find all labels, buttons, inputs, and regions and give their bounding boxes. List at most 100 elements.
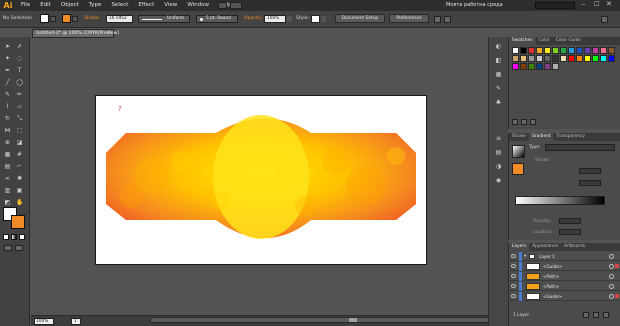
layer-target-icon[interactable] [609, 254, 614, 259]
document-setup-button[interactable]: Document Setup [335, 14, 385, 23]
stroke-swatch[interactable] [11, 215, 25, 229]
opacity-field[interactable]: 100% [264, 15, 286, 23]
layer-row[interactable]: <Guide> [509, 292, 620, 301]
color-swatch[interactable] [576, 55, 583, 62]
perspective-grid-tool-icon[interactable]: ▦ [4, 151, 11, 158]
color-swatch[interactable] [536, 63, 543, 70]
layer-row[interactable]: <Path> [509, 282, 620, 291]
scroll-thumb[interactable] [349, 318, 357, 322]
tab-color-guide[interactable]: Color Guide [553, 37, 584, 45]
direct-selection-tool-icon[interactable]: ⇗ [16, 43, 23, 50]
gradient-angle-field[interactable] [579, 168, 601, 174]
layer-row[interactable]: ▾ Layer 1 [509, 252, 620, 261]
search-field[interactable] [535, 2, 575, 9]
color-panel-icon[interactable]: ◐ [495, 43, 502, 50]
color-swatch[interactable] [568, 47, 575, 54]
selection-indicator[interactable] [615, 294, 619, 298]
magic-wand-tool-icon[interactable]: ✦ [4, 55, 11, 62]
selection-indicator[interactable] [615, 264, 619, 268]
none-mode-icon[interactable] [19, 234, 25, 240]
free-transform-tool-icon[interactable]: ⬚ [16, 127, 23, 134]
color-swatch[interactable] [544, 63, 551, 70]
eyedropper-tool-icon[interactable]: ⌐ [16, 163, 23, 170]
menu-select[interactable]: Select [106, 0, 133, 11]
color-swatch[interactable] [544, 47, 551, 54]
tab-gradient[interactable]: Gradient [528, 133, 554, 141]
layer-name[interactable]: Layer 1 [539, 254, 555, 259]
color-swatch[interactable] [520, 47, 527, 54]
color-swatch[interactable] [528, 55, 535, 62]
layer-row[interactable]: <Path> [509, 272, 620, 281]
hand-tool-icon[interactable]: ✋ [16, 199, 23, 206]
live-paint-tool-icon[interactable]: ◪ [16, 139, 23, 146]
document-tab[interactable]: Untitled-2* @ 100% (CMYK/Preview) [32, 29, 119, 38]
color-swatch[interactable] [520, 63, 527, 70]
ellipse-tool-icon[interactable]: ◯ [16, 79, 23, 86]
color-swatch[interactable] [608, 55, 615, 62]
color-swatch[interactable] [576, 47, 583, 54]
visibility-eye-icon[interactable] [511, 254, 516, 258]
minimize-icon[interactable]: – [582, 0, 586, 8]
color-swatch[interactable] [528, 47, 535, 54]
visibility-eye-icon[interactable] [511, 274, 516, 278]
menu-window[interactable]: Window [182, 0, 214, 11]
color-swatch[interactable] [560, 47, 567, 54]
symbols-icon[interactable]: ♣ [495, 99, 502, 106]
color-mode-icon[interactable] [3, 234, 9, 240]
pen-tool-icon[interactable]: ✒ [4, 67, 11, 74]
blob-brush-tool-icon[interactable]: ⌇ [4, 103, 11, 110]
bridge-button[interactable] [218, 2, 227, 9]
new-sublayer-icon[interactable] [583, 312, 589, 318]
gradient-aspect-field[interactable] [579, 180, 601, 186]
lasso-tool-icon[interactable]: ◌ [16, 55, 23, 62]
color-swatch[interactable] [592, 55, 599, 62]
layer-target-icon[interactable] [609, 264, 614, 269]
color-swatch[interactable] [584, 55, 591, 62]
layer-target-icon[interactable] [609, 274, 614, 279]
stroke-color-swatch[interactable] [62, 14, 71, 23]
fill-color-swatch[interactable] [40, 14, 49, 23]
brushes-icon[interactable]: ✎ [495, 85, 502, 92]
fill-dropdown[interactable] [50, 16, 56, 22]
stroke-panel-icon[interactable]: ≡ [495, 135, 502, 142]
graphic-style-swatch[interactable] [311, 15, 320, 23]
gradient-fill-stroke-swatch[interactable] [512, 163, 524, 175]
color-swatch[interactable] [584, 47, 591, 54]
blend-tool-icon[interactable]: ∞ [4, 175, 11, 182]
rotate-tool-icon[interactable]: ↻ [4, 115, 11, 122]
swatches-icon[interactable]: ▦ [495, 71, 502, 78]
workspace-switcher[interactable]: Моята работна среда [446, 2, 503, 8]
stroke-dropdown[interactable] [72, 16, 78, 22]
selection-tool-icon[interactable]: ➤ [4, 43, 11, 50]
opacity-label[interactable]: Opacity: [244, 16, 263, 21]
screen-mode-icon[interactable] [15, 245, 23, 251]
color-swatch[interactable] [592, 47, 599, 54]
preferences-button[interactable]: Preferences [389, 14, 429, 23]
tab-swatches[interactable]: Swatches [509, 37, 536, 45]
tab-layers[interactable]: Layers [509, 243, 530, 251]
tab-color[interactable]: Color [536, 37, 553, 45]
new-swatch-icon[interactable] [521, 119, 527, 125]
stroke-label[interactable]: Stroke: [84, 16, 100, 21]
gradient-tool-icon[interactable]: ▤ [4, 163, 11, 170]
color-swatch[interactable] [544, 55, 551, 62]
color-swatch[interactable] [600, 47, 607, 54]
menu-view[interactable]: View [159, 0, 182, 11]
gradient-location-field[interactable] [559, 229, 581, 235]
layer-target-icon[interactable] [609, 294, 614, 299]
slice-tool-icon[interactable]: ◩ [4, 199, 11, 206]
artboard-number-field[interactable]: 1 [71, 318, 81, 325]
gradient-opacity-field[interactable] [559, 218, 581, 224]
shape-builder-tool-icon[interactable]: ⊕ [4, 139, 11, 146]
symbol-sprayer-tool-icon[interactable]: ✺ [16, 175, 23, 182]
menu-effect[interactable]: Effect [133, 0, 159, 11]
stroke-weight-field[interactable]: 16.5952 [106, 15, 133, 23]
style-dropdown-icon[interactable] [321, 16, 326, 22]
layer-row[interactable]: <Guide> [509, 262, 620, 271]
line-tool-icon[interactable]: ╱ [4, 79, 11, 86]
tab-transparency[interactable]: Transparency [553, 133, 588, 141]
layer-name[interactable]: <Guide> [543, 294, 562, 299]
visibility-eye-icon[interactable] [511, 284, 516, 288]
paintbrush-tool-icon[interactable]: ✎ [4, 91, 11, 98]
align-icon[interactable] [434, 16, 441, 23]
